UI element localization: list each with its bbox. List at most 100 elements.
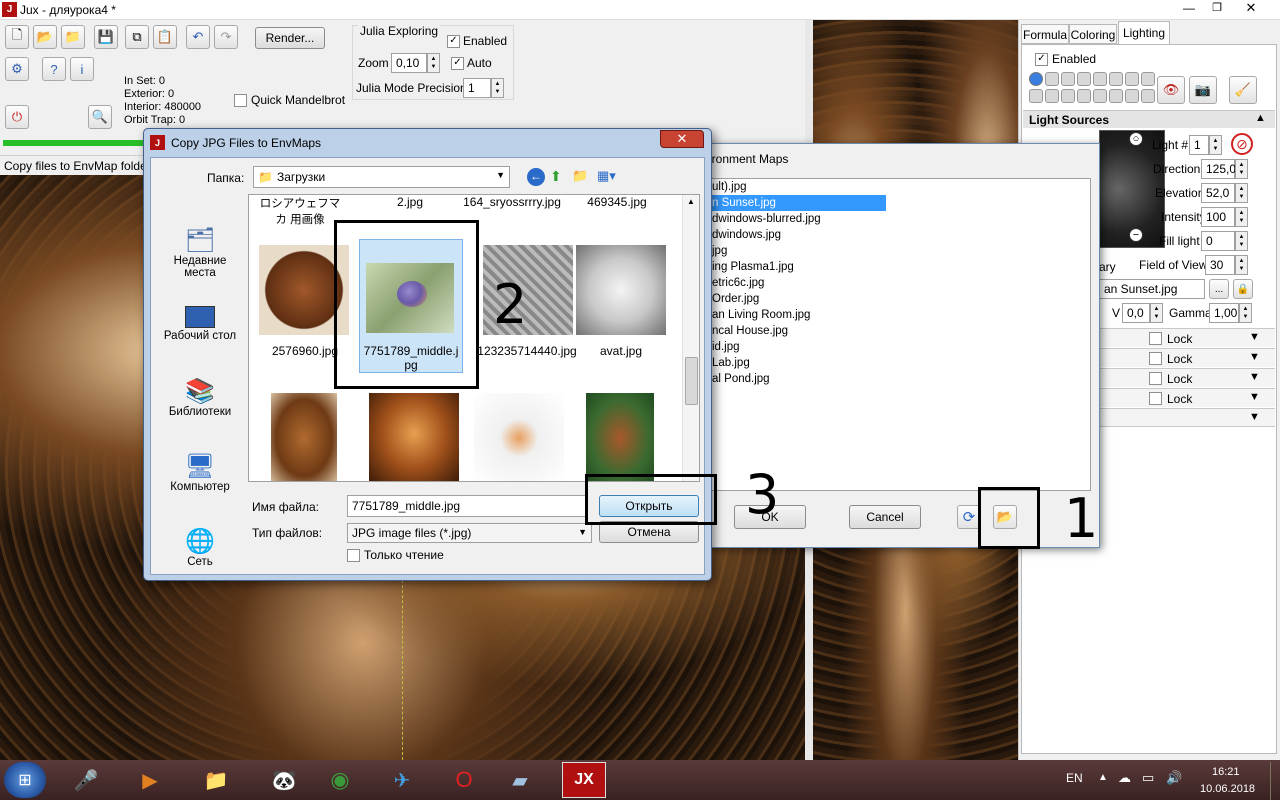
file-item-row1-3[interactable]: avat.jpg xyxy=(571,344,671,358)
thumb-horse-forest[interactable] xyxy=(586,393,654,481)
tray-up-icon[interactable]: ▲ xyxy=(1098,772,1108,783)
taskbar-jux-icon[interactable]: JX xyxy=(562,762,606,798)
back-icon[interactable]: ← xyxy=(527,168,545,186)
filename-input[interactable]: 7751789_middle.jpg xyxy=(347,495,587,517)
light-num-input[interactable]: 1 xyxy=(1189,135,1209,155)
julia-precision-input[interactable]: 1 xyxy=(463,78,491,98)
v-spinner[interactable]: ▲ ▼ xyxy=(1150,303,1163,323)
julia-enabled-checkbox[interactable]: ✓ Enabled xyxy=(447,34,507,48)
places-network[interactable]: 🌐 Сеть xyxy=(155,527,245,577)
lock-icon[interactable]: 🔒 xyxy=(1233,279,1253,299)
file-item-top-2[interactable]: 164_sryossrrry.jpg xyxy=(457,195,567,209)
light-slot-grid[interactable] xyxy=(1029,72,1155,104)
up-folder-icon[interactable]: ⬆ xyxy=(550,168,562,185)
minimize-button[interactable]: — xyxy=(1176,1,1202,18)
env-file-item[interactable]: ncal House.jpg xyxy=(710,323,886,339)
taskbar-explorer-icon[interactable]: 📁 xyxy=(194,762,238,798)
open-recent-icon[interactable]: 📁 xyxy=(61,25,85,49)
fov-spinner[interactable]: ▲ ▼ xyxy=(1235,255,1248,275)
thumb-horse-white[interactable] xyxy=(576,245,666,335)
scroll-thumb[interactable] xyxy=(685,357,698,405)
undo-icon[interactable]: ↶ xyxy=(186,25,210,49)
collapse-up-icon[interactable]: ▲ xyxy=(1255,112,1266,124)
tab-lighting[interactable]: Lighting xyxy=(1118,21,1170,44)
env-file-item[interactable]: dwindows.jpg xyxy=(710,227,886,243)
brush-clear-icon[interactable]: 🧹 xyxy=(1229,76,1257,104)
view-menu-icon[interactable]: ▦▾ xyxy=(597,168,616,184)
help-icon[interactable]: ? xyxy=(42,57,66,81)
info-icon[interactable]: i xyxy=(70,57,94,81)
fill-light-input[interactable]: 0 xyxy=(1201,231,1235,251)
lighting-enabled-checkbox[interactable]: ✓ Enabled xyxy=(1035,52,1096,66)
start-button[interactable]: ⊞ xyxy=(4,762,46,798)
env-file-item[interactable]: al Pond.jpg xyxy=(710,371,886,387)
maximize-button[interactable]: ❐ xyxy=(1204,1,1230,18)
settings-gear-icon[interactable]: ⚙ xyxy=(5,57,29,81)
clock-time[interactable]: 16:21 xyxy=(1212,766,1240,778)
taskbar-mic-icon[interactable]: 🎤 xyxy=(64,762,108,798)
tab-formula[interactable]: Formula xyxy=(1021,24,1069,44)
env-file-item[interactable]: id.jpg xyxy=(710,339,886,355)
file-view-scrollbar[interactable]: ▲ xyxy=(682,195,699,481)
copy-icon[interactable]: ⧉ xyxy=(125,25,149,49)
zoom-search-icon[interactable]: 🔍 xyxy=(88,105,112,129)
julia-precision-spinner[interactable]: ▲ ▼ xyxy=(491,78,504,98)
env-file-item[interactable]: Lab.jpg xyxy=(710,355,886,371)
taskbar-eraser-icon[interactable]: ▰ xyxy=(498,762,542,798)
expand-down-icon[interactable]: ▼ xyxy=(1249,391,1260,403)
gamma-input[interactable]: 1,00 xyxy=(1209,303,1239,323)
env-file-item[interactable]: ing Plasma1.jpg xyxy=(710,259,886,275)
zoom-input[interactable]: 0,10 xyxy=(391,53,427,73)
file-item-top-1[interactable]: 2.jpg xyxy=(365,195,455,209)
direction-spinner[interactable]: ▲ ▼ xyxy=(1235,159,1248,179)
new-folder-icon[interactable]: 📁 xyxy=(572,168,588,184)
lock-checkbox[interactable] xyxy=(1149,372,1162,385)
env-cancel-button[interactable]: Cancel xyxy=(849,505,921,529)
browse-ellipsis-icon[interactable]: ... xyxy=(1209,279,1229,299)
tray-network-icon[interactable]: ▭ xyxy=(1142,770,1154,786)
redo-icon[interactable]: ↷ xyxy=(214,25,238,49)
file-item-row1-2[interactable]: 123235714440.jpg xyxy=(467,344,587,358)
lock-checkbox[interactable] xyxy=(1149,392,1162,405)
dialog-close-button[interactable]: ✕ xyxy=(660,130,704,148)
env-file-item[interactable]: an Living Room.jpg xyxy=(710,307,886,323)
expand-down-icon[interactable]: ▼ xyxy=(1249,351,1260,363)
elevation-spinner[interactable]: ▲ ▼ xyxy=(1235,183,1248,203)
places-recent[interactable]: 🗂 Недавние места xyxy=(155,226,245,296)
taskbar-chrome-icon[interactable]: ◉ xyxy=(318,762,362,798)
env-file-item[interactable]: n Sunset.jpg xyxy=(710,195,886,211)
quick-mandelbrot-checkbox[interactable]: Quick Mandelbrot xyxy=(234,93,345,107)
save-icon[interactable]: 💾 xyxy=(94,25,118,49)
env-file-item[interactable]: Order.jpg xyxy=(710,291,886,307)
fov-input[interactable]: 30 xyxy=(1205,255,1235,275)
delete-light-icon[interactable]: ⊘ xyxy=(1231,133,1253,155)
lang-indicator[interactable]: EN xyxy=(1066,771,1083,785)
fill-light-spinner[interactable]: ▲ ▼ xyxy=(1235,231,1248,251)
show-desktop-button[interactable] xyxy=(1270,762,1280,800)
gamma-spinner[interactable]: ▲ ▼ xyxy=(1239,303,1252,323)
file-item-top-3[interactable]: 469345.jpg xyxy=(567,195,667,209)
taskbar-telegram-icon[interactable]: ✈ xyxy=(380,762,424,798)
expand-down-icon[interactable]: ▼ xyxy=(1249,371,1260,383)
render-button[interactable]: Render... xyxy=(255,27,325,49)
direction-input[interactable]: 125,0 xyxy=(1201,159,1236,179)
scroll-up-icon[interactable]: ▲ xyxy=(687,197,695,206)
readonly-checkbox[interactable]: Только чтение xyxy=(347,548,444,562)
light-num-spinner[interactable]: ▲ ▼ xyxy=(1209,135,1222,155)
power-icon[interactable]: ⏻ xyxy=(5,105,29,129)
expand-down-icon[interactable]: ▼ xyxy=(1249,331,1260,343)
zoom-spinner[interactable]: ▲ ▼ xyxy=(427,53,440,73)
close-button[interactable]: ✕ xyxy=(1236,0,1266,18)
thumb-horse-mane[interactable] xyxy=(369,393,459,481)
tray-cloud-icon[interactable]: ☁ xyxy=(1118,770,1131,786)
taskbar-opera-icon[interactable]: O xyxy=(442,762,486,798)
intensity-input[interactable]: 100 xyxy=(1201,207,1235,227)
camera-light-icon[interactable]: 📷 xyxy=(1189,76,1217,104)
tab-coloring[interactable]: Coloring xyxy=(1069,24,1117,44)
folder-select[interactable]: 📁 Загрузки ▼ xyxy=(253,166,510,188)
env-file-item[interactable]: etric6c.jpg xyxy=(710,275,886,291)
taskbar-panda-icon[interactable]: 🐼 xyxy=(262,762,306,798)
env-file-list[interactable]: ult).jpg n Sunset.jpg dwindows-blurred.jpg… xyxy=(709,178,1091,491)
open-folder-icon[interactable]: 📂 xyxy=(33,25,57,49)
thumb-cat-paper[interactable] xyxy=(474,393,564,481)
